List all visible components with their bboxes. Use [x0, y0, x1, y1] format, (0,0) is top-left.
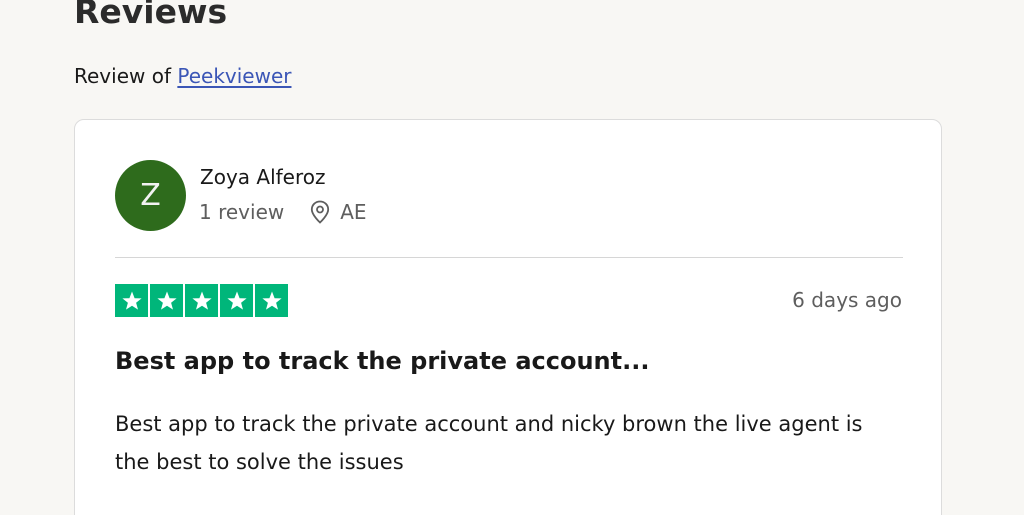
star-icon	[115, 284, 148, 317]
business-link[interactable]: Peekviewer	[177, 64, 291, 88]
review-title[interactable]: Best app to track the private account...	[115, 344, 649, 378]
page-heading: Reviews	[74, 0, 228, 31]
reviewer-name[interactable]: Zoya Alferoz	[200, 163, 326, 191]
avatar[interactable]: Z	[115, 160, 186, 231]
review-of-prefix: Review of	[74, 64, 178, 88]
star-icon	[220, 284, 253, 317]
location-pin-icon	[310, 200, 330, 224]
review-date: 6 days ago	[792, 288, 902, 312]
star-icon	[150, 284, 183, 317]
review-card: Z Zoya Alferoz 1 review AE 6 days ago Be…	[74, 119, 942, 515]
reviewer-country: AE	[340, 200, 367, 224]
review-of-line: Review of Peekviewer	[74, 62, 291, 90]
review-body: Best app to track the private account an…	[115, 412, 863, 474]
reviews-page: Reviews Review of Peekviewer Z Zoya Alfe…	[0, 0, 1024, 515]
divider	[115, 257, 903, 258]
star-icon	[255, 284, 288, 317]
star-rating	[115, 284, 288, 317]
review-count: 1 review	[199, 200, 285, 224]
avatar-initial: Z	[140, 178, 161, 213]
star-icon	[185, 284, 218, 317]
reviewer-meta: 1 review AE	[199, 198, 367, 226]
